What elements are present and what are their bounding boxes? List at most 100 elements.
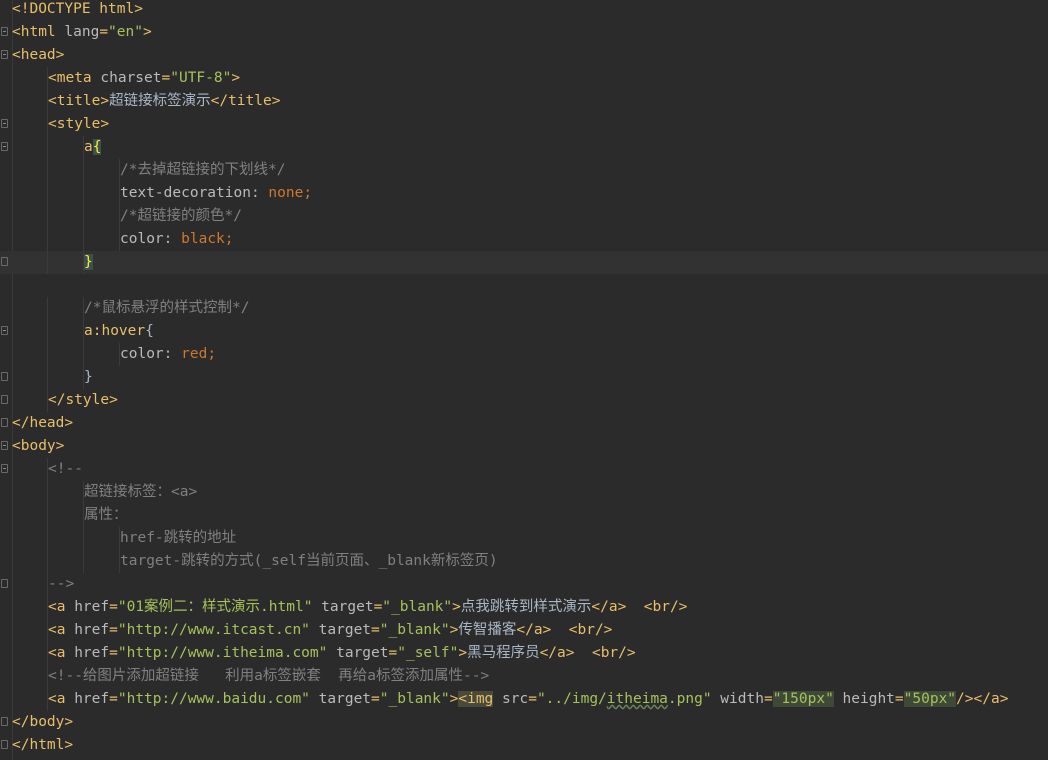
- code-token: >: [452, 599, 461, 615]
- code-line[interactable]: [0, 274, 1048, 297]
- code-line[interactable]: /*超链接的颜色*/: [0, 205, 1048, 228]
- code-token: target: [336, 645, 389, 661]
- code-line[interactable]: <!--给图片添加超链接 利用a标签嵌套 再给a标签添加属性-->: [0, 665, 1048, 688]
- code-token: <!DOCTYPE html>: [12, 1, 143, 17]
- code-token: 点我跳转到样式演示: [460, 599, 592, 615]
- code-token: <body>: [12, 438, 65, 454]
- code-line[interactable]: target-跳转的方式(_self当前页面、_blank新标签页): [0, 550, 1048, 573]
- code-line[interactable]: 超链接标签：<a>: [0, 481, 1048, 504]
- line-code: 超链接标签：<a>: [84, 481, 197, 504]
- indent-guide: [47, 205, 48, 228]
- indent-guide: [47, 550, 48, 573]
- code-line[interactable]: <!--: [0, 458, 1048, 481]
- fold-end-icon[interactable]: [1, 372, 8, 381]
- code-line[interactable]: color: red;: [0, 343, 1048, 366]
- fold-toggle-icon[interactable]: [1, 142, 8, 151]
- code-token: target: [318, 691, 372, 707]
- code-line[interactable]: text-decoration: none;: [0, 182, 1048, 205]
- fold-toggle-icon[interactable]: [1, 27, 8, 36]
- code-token: "UTF-8": [170, 70, 232, 86]
- code-line[interactable]: -->: [0, 573, 1048, 596]
- code-token: /*鼠标悬浮的样式控制*/: [84, 300, 250, 316]
- code-line[interactable]: href-跳转的地址: [0, 527, 1048, 550]
- code-editor[interactable]: <!DOCTYPE html> <html lang="en"> <head> <me…: [0, 0, 1048, 760]
- fold-end-icon[interactable]: [1, 717, 8, 726]
- code-line[interactable]: color: black;: [0, 228, 1048, 251]
- code-line[interactable]: <head>: [0, 44, 1048, 67]
- code-token: <head>: [12, 47, 65, 63]
- code-token: =: [528, 691, 537, 707]
- indent-guide: [47, 366, 48, 389]
- code-token: href: [74, 645, 110, 661]
- code-line[interactable]: <style>: [0, 113, 1048, 136]
- indent-guide: [83, 182, 84, 205]
- code-line[interactable]: </head>: [0, 412, 1048, 435]
- code-line[interactable]: /*鼠标悬浮的样式控制*/: [0, 297, 1048, 320]
- code-line[interactable]: <!DOCTYPE html>: [0, 0, 1048, 21]
- line-code: <style>: [48, 113, 109, 136]
- line-code: /*去掉超链接的下划线*/: [120, 159, 285, 182]
- code-line[interactable]: }: [0, 366, 1048, 389]
- fold-toggle-icon[interactable]: [1, 441, 8, 450]
- code-line[interactable]: /*去掉超链接的下划线*/: [0, 159, 1048, 182]
- code-line[interactable]: </style>: [0, 389, 1048, 412]
- code-token: /*去掉超链接的下划线*/: [120, 162, 286, 178]
- code-token: text-decoration: [120, 185, 251, 201]
- code-token: =: [371, 622, 380, 638]
- code-token: =: [388, 645, 398, 661]
- indent-guide: [47, 182, 48, 205]
- line-code: -->: [48, 573, 74, 596]
- code-token: <html: [12, 24, 65, 40]
- code-line[interactable]: 属性：: [0, 504, 1048, 527]
- code-token: =: [109, 599, 118, 615]
- code-token: {: [92, 139, 102, 155]
- code-line[interactable]: <meta charset="UTF-8">: [0, 67, 1048, 90]
- code-token: </head>: [12, 415, 74, 431]
- fold-toggle-icon[interactable]: [1, 326, 8, 335]
- code-token: <a: [48, 645, 75, 661]
- fold-end-icon[interactable]: [1, 740, 8, 749]
- code-token: color: [120, 231, 164, 247]
- line-code: }: [84, 366, 93, 389]
- code-line[interactable]: </html>: [0, 734, 1048, 757]
- code-line[interactable]: <a href="01案例二：样式演示.html" target="_blank…: [0, 596, 1048, 619]
- code-token: /*超链接的颜色*/: [120, 208, 242, 224]
- code-line[interactable]: </body>: [0, 711, 1048, 734]
- code-token: ;: [303, 185, 313, 201]
- code-token: a: [84, 139, 93, 155]
- code-token: :: [163, 231, 182, 247]
- fold-end-icon[interactable]: [1, 395, 8, 404]
- code-token: =: [161, 70, 171, 86]
- indent-guide: [47, 159, 48, 182]
- code-token: >: [142, 24, 152, 40]
- code-token: "01案例二：样式演示.html": [117, 599, 313, 615]
- code-line[interactable]: <a href="http://www.baidu.com" target="_…: [0, 688, 1048, 711]
- code-line[interactable]: a{: [0, 136, 1048, 159]
- code-line[interactable]: <title>超链接标签演示</title>: [0, 90, 1048, 113]
- code-line[interactable]: <a href="http://www.itheima.com" target=…: [0, 642, 1048, 665]
- code-line[interactable]: <a href="http://www.itcast.cn" target="_…: [0, 619, 1048, 642]
- code-token: lang: [64, 24, 100, 40]
- code-line[interactable]: <html lang="en">: [0, 21, 1048, 44]
- code-line[interactable]: <body>: [0, 435, 1048, 458]
- code-line[interactable]: a:hover{: [0, 320, 1048, 343]
- fold-toggle-icon[interactable]: [1, 119, 8, 128]
- code-token: 属性：: [84, 507, 128, 523]
- fold-end-icon[interactable]: [1, 579, 8, 588]
- fold-end-icon[interactable]: [1, 418, 8, 427]
- code-token: color: [120, 346, 164, 362]
- line-code: </body>: [12, 711, 73, 734]
- code-line[interactable]: }: [0, 251, 1048, 274]
- code-token: <br/>: [591, 645, 636, 661]
- fold-toggle-icon[interactable]: [1, 50, 8, 59]
- fold-end-icon[interactable]: [1, 257, 8, 266]
- code-token: <a: [48, 622, 75, 638]
- indent-guide: [83, 205, 84, 228]
- code-token: }: [84, 254, 93, 270]
- fold-toggle-icon[interactable]: [1, 464, 8, 473]
